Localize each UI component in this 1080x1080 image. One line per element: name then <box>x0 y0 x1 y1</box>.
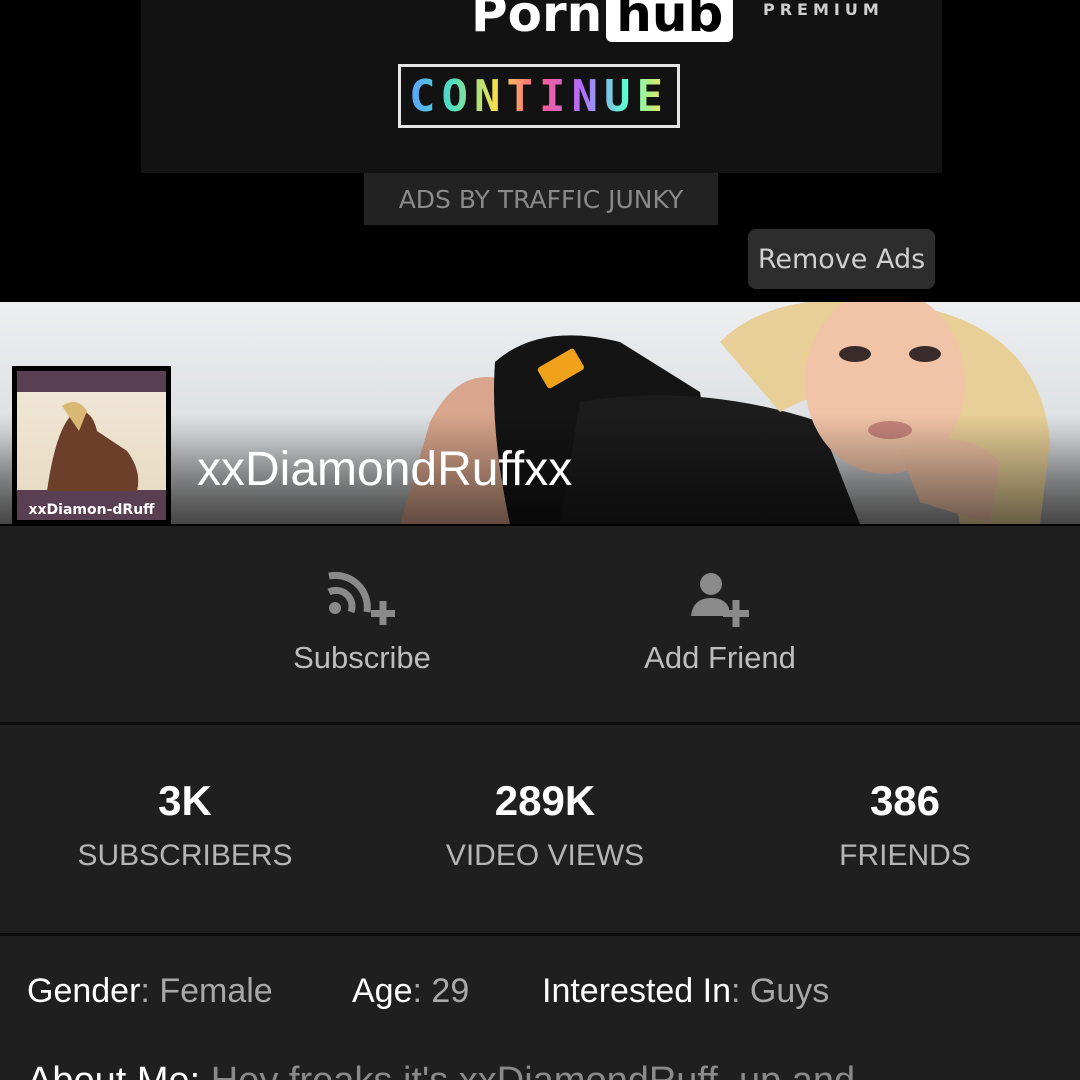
profile-username: xxDiamondRuffxx <box>197 443 573 496</box>
continue-button[interactable]: CONTINUE <box>398 64 680 128</box>
profile-stats: 3K SUBSCRIBERS 289K VIDEO VIEWS 386 FRIE… <box>0 725 1080 933</box>
rss-plus-icon <box>327 571 395 625</box>
ad-area: Porn hub PREMIUM CONTINUE ADS BY TRAFFIC… <box>0 0 1080 302</box>
ad-logo-premium: PREMIUM <box>763 0 884 19</box>
ads-by-label: ADS BY TRAFFIC JUNKY <box>364 173 718 225</box>
stat-value: 3K <box>158 777 212 824</box>
avatar[interactable]: xxDiamon-dRuff <box>12 366 171 525</box>
add-friend-button[interactable]: Add Friend <box>590 526 850 722</box>
stat-friends[interactable]: 386 FRIENDS <box>725 777 1080 873</box>
subscribe-label: Subscribe <box>293 640 431 675</box>
ad-banner[interactable]: Porn hub PREMIUM CONTINUE <box>141 0 942 173</box>
about-key: About Me: <box>27 1060 200 1080</box>
continue-label: CONTINUE <box>409 70 669 122</box>
about-me: About Me: Hey freaks it's xxDiamondRuff,… <box>27 1060 855 1080</box>
age-key: Age <box>352 972 413 1010</box>
avatar-caption: xxDiamon-dRuff <box>28 502 155 518</box>
add-friend-label: Add Friend <box>644 640 796 675</box>
ad-logo-porn: Porn <box>471 0 603 43</box>
avatar-photo: xxDiamon-dRuff <box>17 371 166 520</box>
remove-ads-button[interactable]: Remove Ads <box>748 229 935 289</box>
stat-value: 386 <box>869 777 941 824</box>
interested-in-field: Interested In: Guys <box>542 972 830 1010</box>
interested-value: Guys <box>749 972 830 1010</box>
stat-label: VIDEO VIEWS <box>445 839 645 872</box>
stat-value: 289K <box>494 777 596 824</box>
profile-info: Gender: Female Age: 29 Interested In: Gu… <box>0 936 1080 1080</box>
stat-label: SUBSCRIBERS <box>77 839 293 872</box>
gender-field: Gender: Female <box>27 972 273 1010</box>
ad-logo-hub: hub <box>606 0 734 42</box>
avatar-figure <box>47 402 139 491</box>
age-value: 29 <box>431 972 470 1010</box>
add-user-icon <box>691 573 749 627</box>
stat-subscribers[interactable]: 3K SUBSCRIBERS <box>5 777 365 873</box>
gender-value: Female <box>159 972 273 1010</box>
stat-video-views: 289K VIDEO VIEWS <box>365 777 725 873</box>
about-value: Hey freaks it's xxDiamondRuff, up and <box>211 1060 855 1080</box>
gender-key: Gender <box>27 972 141 1010</box>
age-field: Age: 29 <box>352 972 470 1010</box>
profile-actions: Subscribe Add Friend <box>0 526 1080 722</box>
interested-key: Interested In <box>542 972 732 1010</box>
ad-logo: Porn hub PREMIUM <box>471 0 879 43</box>
stat-label: FRIENDS <box>839 839 971 872</box>
subscribe-button[interactable]: Subscribe <box>232 526 492 722</box>
